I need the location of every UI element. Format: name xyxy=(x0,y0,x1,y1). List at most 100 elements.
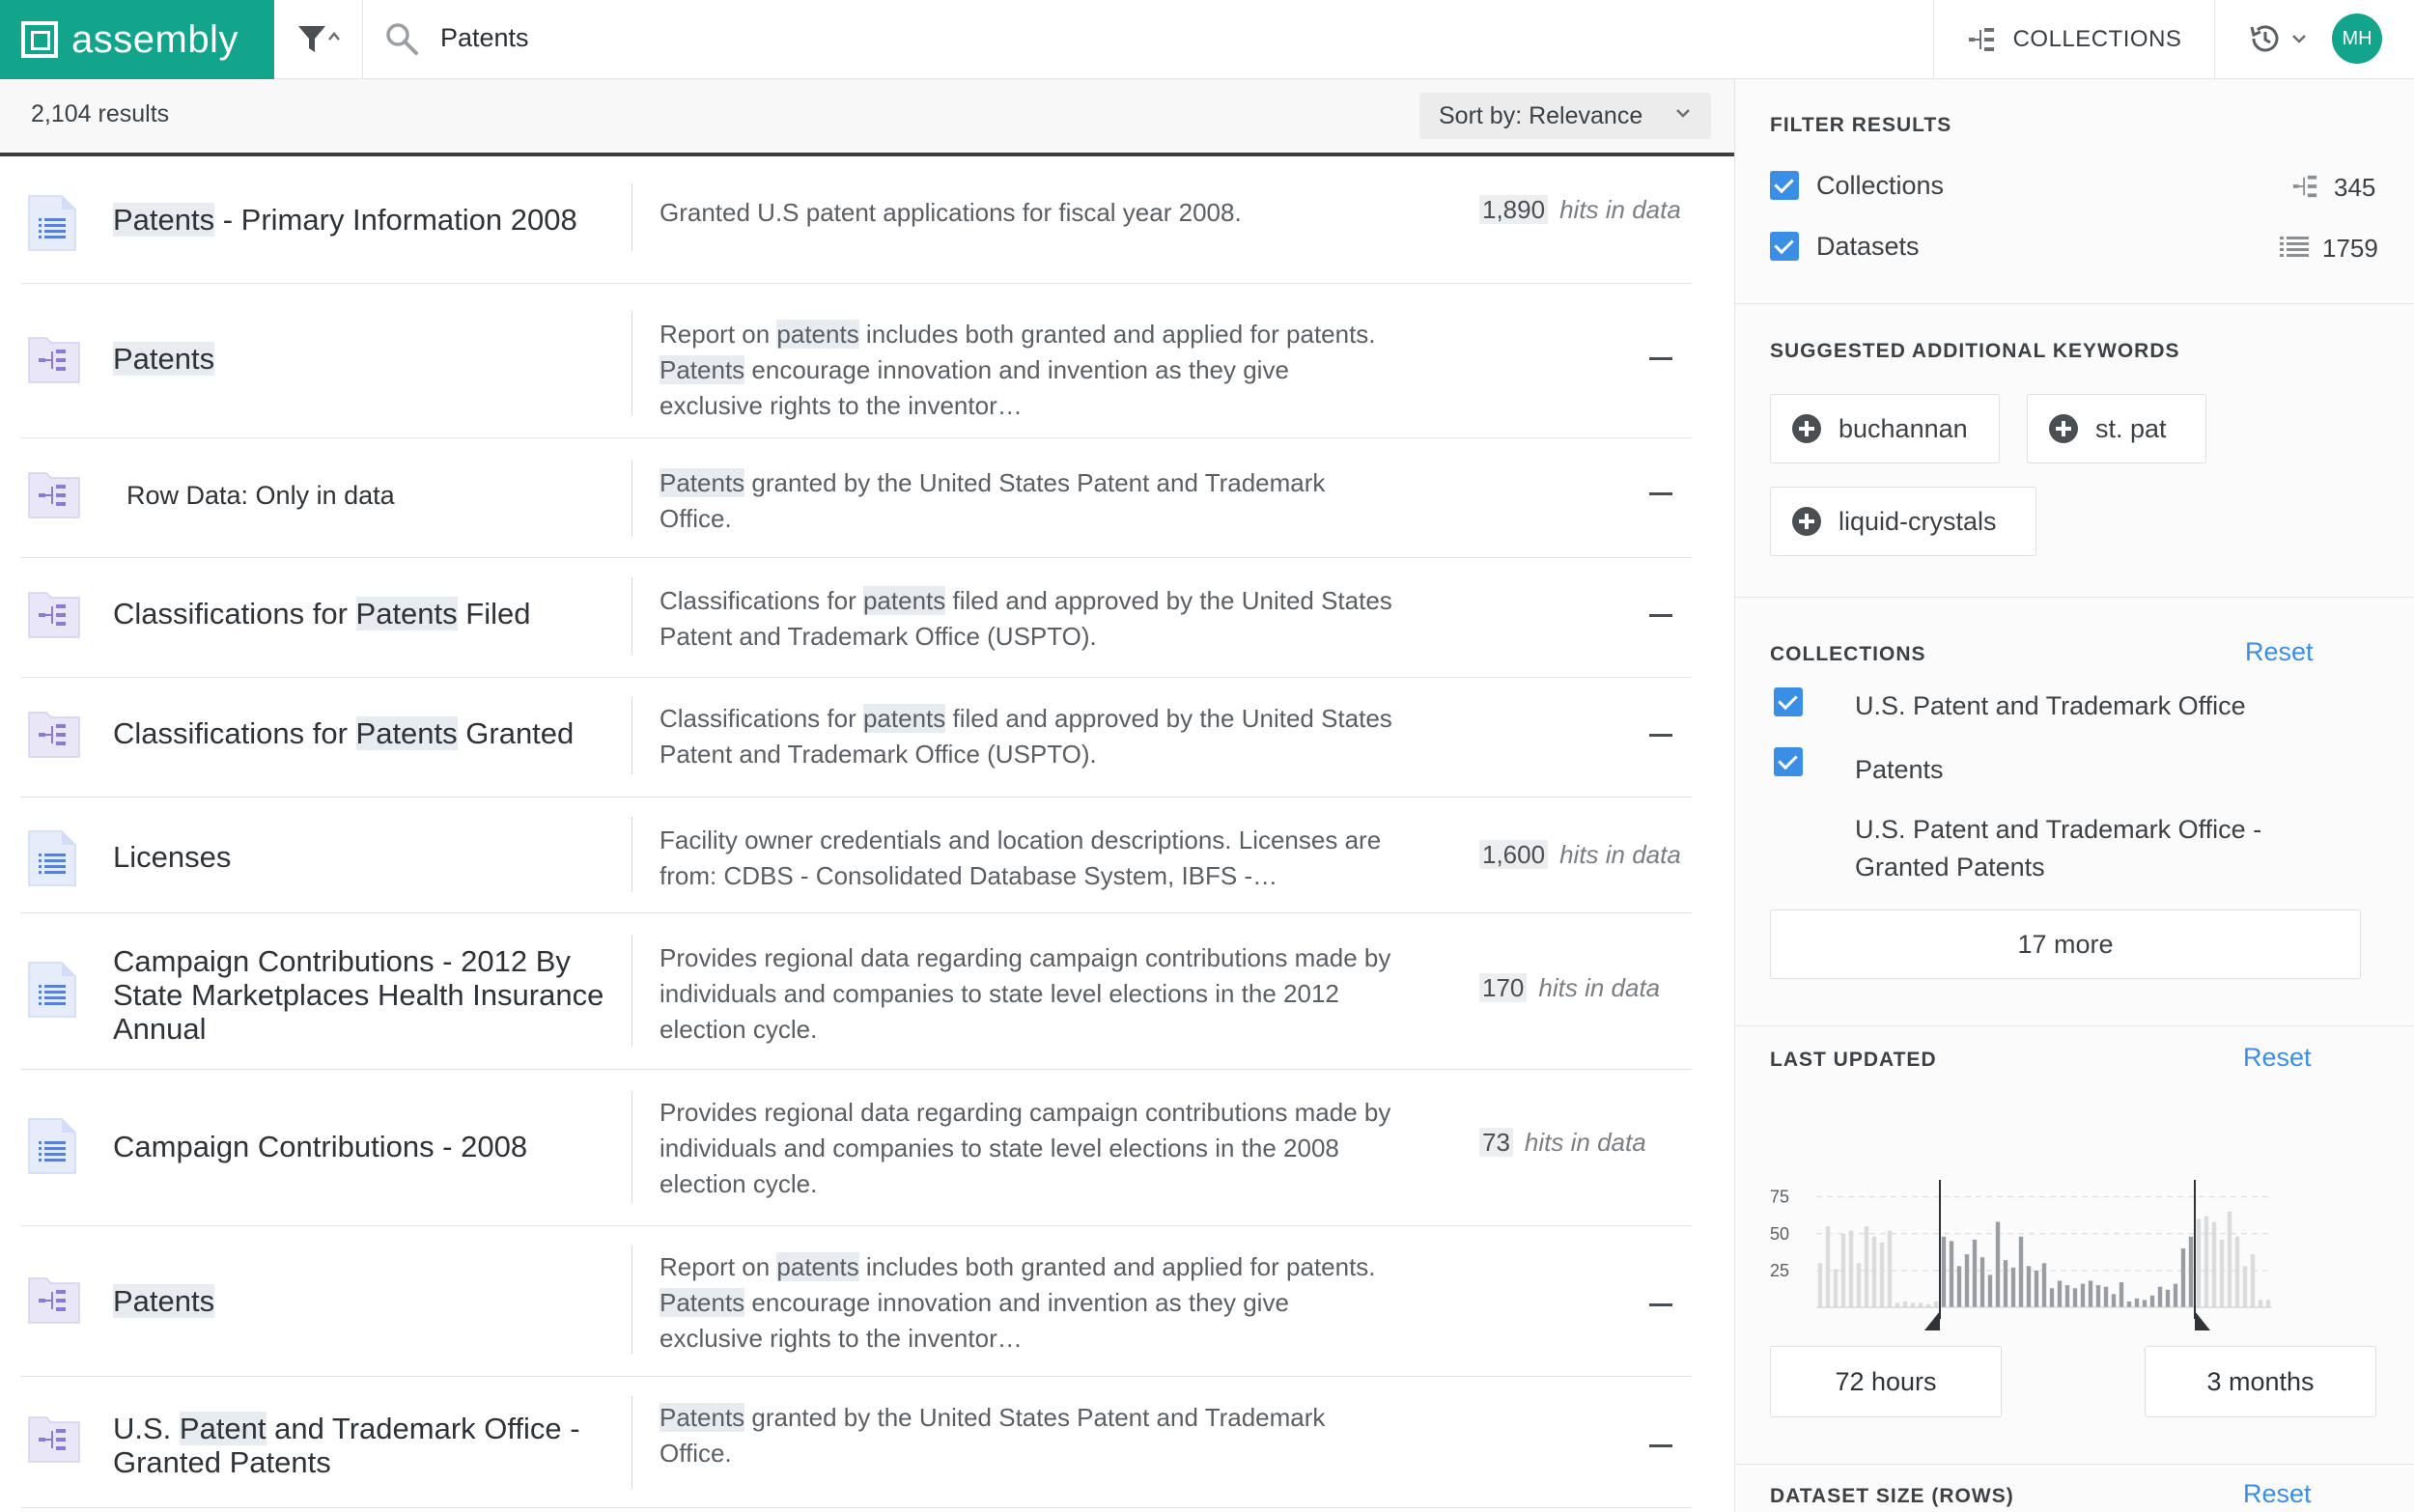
collections-more-button[interactable]: 17 more xyxy=(1770,910,2361,979)
collection-icon xyxy=(25,587,83,646)
histogram-bar xyxy=(1979,1257,1985,1307)
keyword-label: liquid-crystals xyxy=(1839,506,1997,536)
keyword-label: st. pat xyxy=(2095,413,2167,443)
title-text: U.S. xyxy=(113,1412,180,1445)
description-text: encourage innovation and invention as th… xyxy=(660,1288,1289,1353)
result-row[interactable]: Row Data: Only in data Patents granted by… xyxy=(21,438,1692,558)
filter-sidebar: FILTER RESULTS Collections 345 Datasets … xyxy=(1734,79,2414,1512)
dataset-icon xyxy=(25,1116,79,1181)
histogram-bar xyxy=(2057,1280,2063,1307)
y-tick-label: 75 xyxy=(1770,1188,1789,1207)
description-text: Facility owner credentials and location … xyxy=(660,826,1382,890)
results-header: 2,104 results Sort by: Relevance xyxy=(0,79,1734,156)
result-title[interactable]: Classifications for Patents Filed xyxy=(113,597,615,630)
keyword-chip-liquid-crystals[interactable]: liquid-crystals xyxy=(1770,487,2036,556)
no-hits-dash xyxy=(1649,492,1672,495)
histogram-bar xyxy=(2234,1236,2240,1307)
section-divider xyxy=(1735,1464,2414,1465)
result-description: Provides regional data regarding campaig… xyxy=(660,940,1393,1048)
title-text: Licenses xyxy=(113,840,232,874)
avatar[interactable]: MH xyxy=(2332,14,2382,64)
collections-button[interactable]: COLLECTIONS xyxy=(1933,0,2215,79)
chevron-down-icon xyxy=(2292,35,2306,43)
sort-dropdown[interactable]: Sort by: Relevance xyxy=(1419,93,1711,139)
result-row[interactable]: Campaign Contributions - 2012 By State M… xyxy=(21,913,1692,1070)
histogram-bar xyxy=(2111,1294,2117,1307)
result-description: Patents granted by the United States Pat… xyxy=(660,465,1393,537)
no-hits-dash xyxy=(1649,1444,1672,1447)
results-list: Patents - Primary Information 2008 Grante… xyxy=(21,156,1692,1508)
histogram-bar xyxy=(1910,1302,1916,1307)
result-title[interactable]: Patents - Primary Information 2008 xyxy=(113,203,615,237)
collection-checkbox-patents[interactable] xyxy=(1774,747,1803,776)
histogram-bar xyxy=(1856,1263,1862,1308)
result-row[interactable]: Campaign Contributions - 2008 Provides re… xyxy=(21,1070,1692,1226)
collection-item-label: Patents xyxy=(1855,755,1944,784)
result-row[interactable]: Patents - Primary Information 2008 Grante… xyxy=(21,156,1692,284)
range-from-input[interactable]: 72 hours xyxy=(1770,1346,2002,1417)
range-to-input[interactable]: 3 months xyxy=(2145,1346,2376,1417)
histogram-bar xyxy=(2250,1254,2256,1307)
datasets-checkbox[interactable] xyxy=(1770,232,1799,261)
description-text: Provides regional data regarding campaig… xyxy=(660,1098,1391,1198)
search-input[interactable]: Patents xyxy=(440,23,529,53)
keyword-chip-buchannan[interactable]: buchannan xyxy=(1770,394,2000,463)
result-title[interactable]: Licenses xyxy=(113,840,615,874)
filter-toggle-button[interactable] xyxy=(274,0,363,79)
result-title[interactable]: Patents xyxy=(113,1284,615,1318)
logo[interactable]: assembly xyxy=(0,0,274,79)
hits-in-data: 73 hits in data xyxy=(1479,1128,1646,1158)
keyword-chip-st-pat[interactable]: st. pat xyxy=(2027,394,2206,463)
histogram-bar xyxy=(2119,1282,2124,1307)
histogram-bar xyxy=(2095,1285,2101,1307)
histogram-bar xyxy=(2018,1236,2024,1307)
result-row[interactable]: Licenses Facility owner credentials and l… xyxy=(21,798,1692,913)
collection-checkbox-uspto[interactable] xyxy=(1774,687,1803,716)
result-title[interactable]: Campaign Contributions - 2008 xyxy=(113,1130,615,1163)
filter-results-heading: FILTER RESULTS xyxy=(1770,114,1952,136)
range-end-handle[interactable] xyxy=(2195,1311,2210,1330)
description-text: Report on xyxy=(660,320,777,349)
last-updated-reset-link[interactable]: Reset xyxy=(2243,1043,2312,1073)
histogram-bar xyxy=(2258,1300,2263,1307)
histogram-bar xyxy=(1933,1301,1939,1307)
result-title[interactable]: Classifications for Patents Granted xyxy=(113,716,615,750)
top-bar: assembly Patents COLLECTIONS MH xyxy=(0,0,2414,79)
description-highlight: Patents xyxy=(660,1288,745,1317)
collection-folder-icon xyxy=(28,337,80,383)
plus-icon xyxy=(2049,414,2078,443)
title-highlight: Patents xyxy=(355,597,458,630)
hits-count: 1,890 xyxy=(1479,195,1549,224)
result-row[interactable]: U.S. Patent and Trademark Office - Grant… xyxy=(21,1377,1692,1508)
history-button[interactable] xyxy=(2246,19,2308,58)
dataset-size-reset-link[interactable]: Reset xyxy=(2243,1479,2312,1509)
description-highlight: Patents xyxy=(660,355,745,384)
collection-item-label[interactable]: U.S. Patent and Trademark Office - Grant… xyxy=(1855,811,2318,886)
collection-folder-icon xyxy=(28,472,80,518)
result-row[interactable]: Patents Report on patents includes both g… xyxy=(21,1226,1692,1377)
result-title[interactable]: Patents xyxy=(113,342,615,376)
result-row[interactable]: Classifications for Patents Granted Class… xyxy=(21,678,1692,798)
datasets-count: 1759 xyxy=(2322,234,2378,263)
histogram-bar xyxy=(1817,1263,1823,1308)
histogram-bar xyxy=(1941,1236,1947,1307)
dataset-document-icon xyxy=(28,1118,76,1174)
histogram-bar xyxy=(2196,1218,2202,1307)
collections-checkbox[interactable] xyxy=(1770,171,1799,200)
collections-reset-link[interactable]: Reset xyxy=(2245,637,2314,667)
result-row[interactable]: Classifications for Patents Filed Classif… xyxy=(21,558,1692,678)
result-row[interactable]: Patents Report on patents includes both g… xyxy=(21,284,1692,438)
sort-label: Sort by: Relevance xyxy=(1439,101,1643,129)
result-title[interactable]: Campaign Contributions - 2012 By State M… xyxy=(113,944,615,1046)
section-divider xyxy=(1735,303,2414,304)
histogram-bar xyxy=(2072,1288,2078,1307)
histogram-bar xyxy=(1871,1236,1877,1307)
hits-label: hits in data xyxy=(1538,973,1661,1002)
funnel-icon xyxy=(297,26,340,52)
result-title[interactable]: Row Data: Only in data xyxy=(126,479,609,513)
range-start-handle[interactable] xyxy=(1924,1311,1940,1330)
plus-icon xyxy=(1792,414,1821,443)
result-title[interactable]: U.S. Patent and Trademark Office - Grant… xyxy=(113,1412,615,1479)
result-description: Report on patents includes both granted … xyxy=(660,317,1393,424)
dataset-document-icon xyxy=(28,830,76,886)
